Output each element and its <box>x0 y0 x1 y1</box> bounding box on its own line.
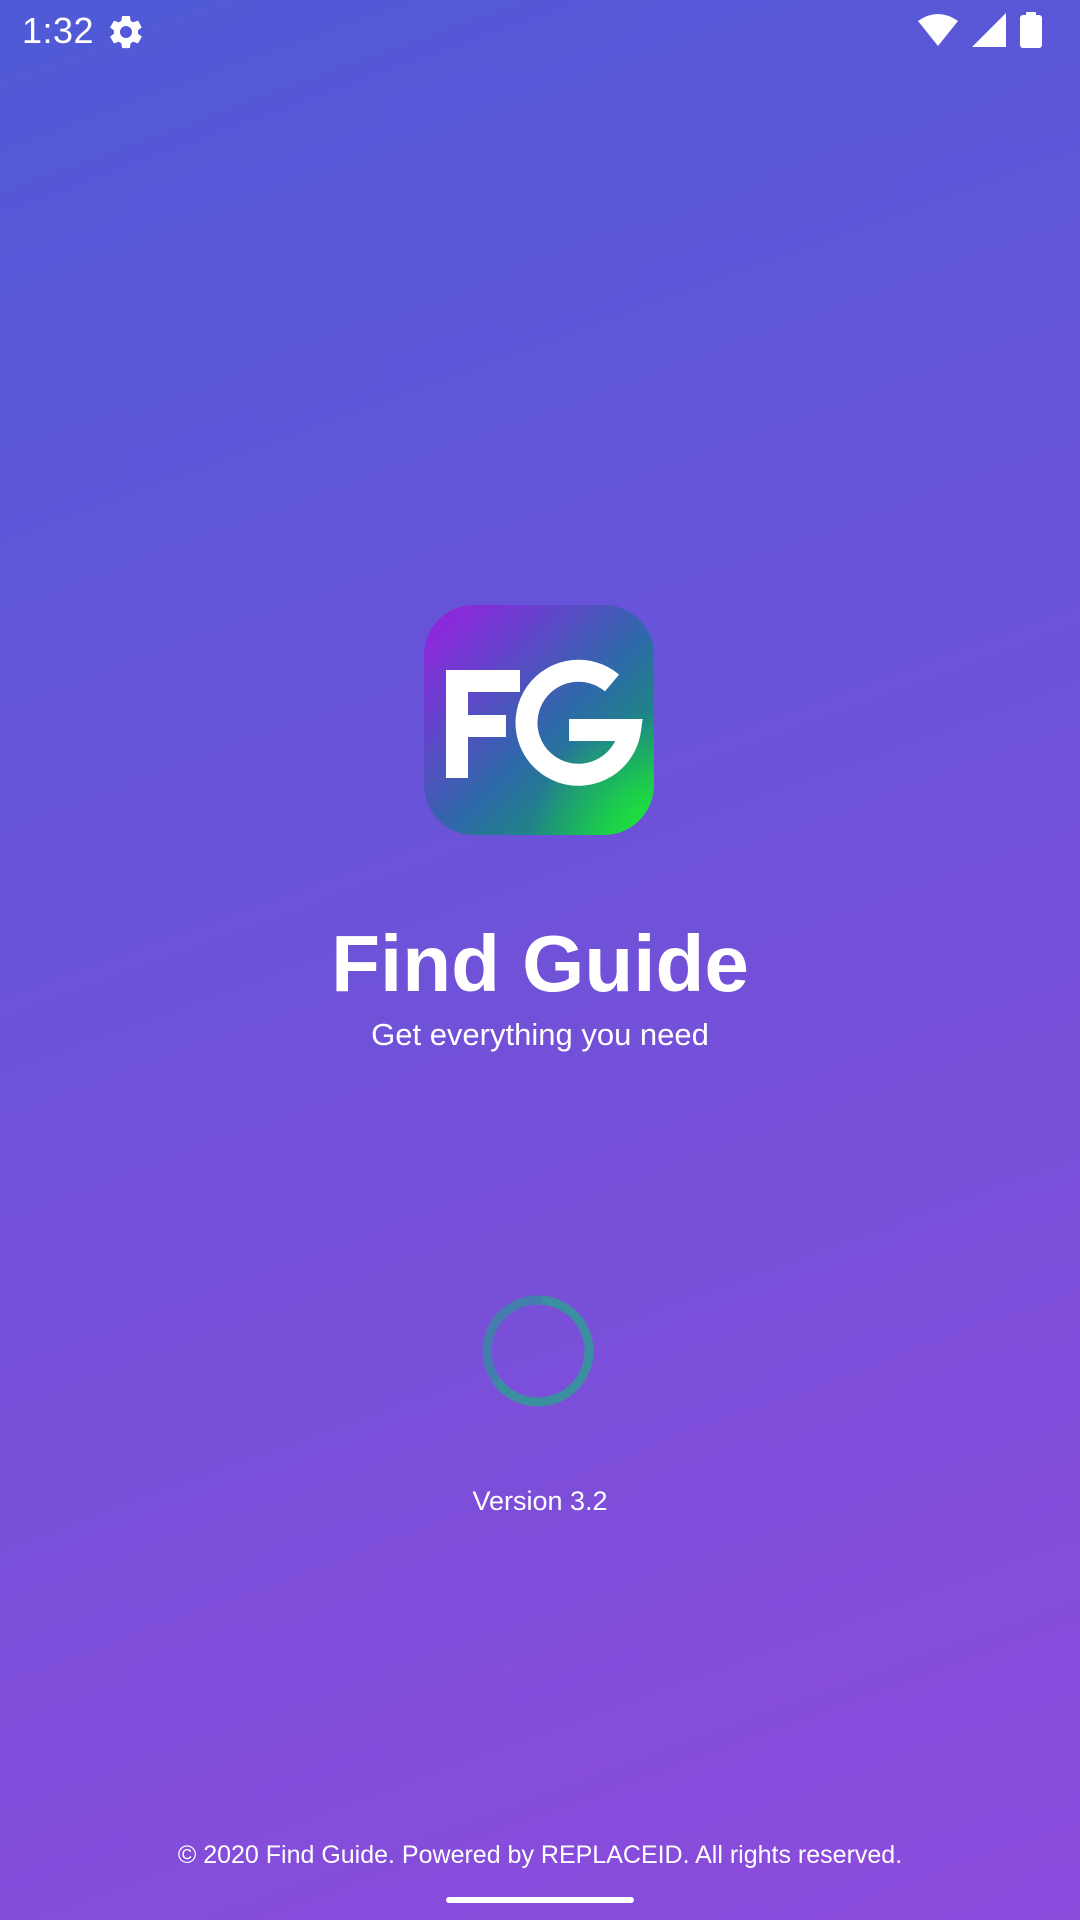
fg-logo-icon <box>446 659 643 786</box>
status-time: 1:32 <box>22 10 95 51</box>
version-label: Version 3.2 <box>472 1486 608 1516</box>
loading-spinner-icon <box>481 1294 595 1408</box>
gesture-nav-handle[interactable] <box>446 1897 634 1903</box>
wifi-icon <box>918 13 958 47</box>
app-logo <box>424 605 654 835</box>
footer-copyright: © 2020 Find Guide. Powered by REPLACEID.… <box>177 1841 903 1869</box>
status-bar: 1:32 <box>0 0 1080 64</box>
app-tagline: Get everything you need <box>371 1017 709 1052</box>
cell-signal-icon <box>972 13 1006 47</box>
app-title: Find Guide <box>331 919 749 1008</box>
battery-icon <box>1020 12 1042 48</box>
settings-icon <box>106 12 146 52</box>
status-icons <box>918 12 1042 48</box>
